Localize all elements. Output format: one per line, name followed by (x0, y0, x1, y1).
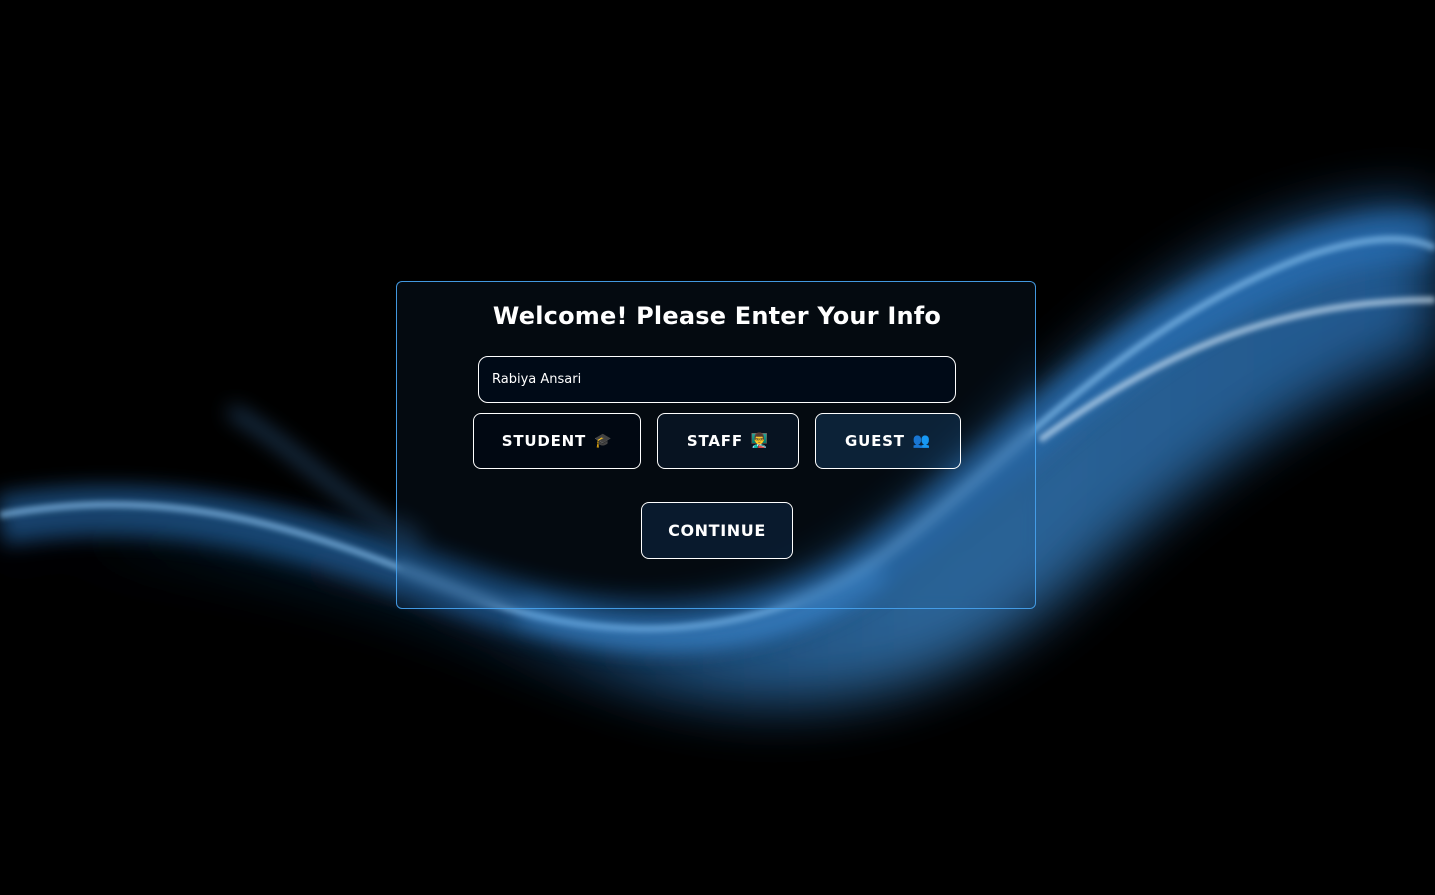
guest-button[interactable]: GUEST 👥 (815, 413, 961, 469)
student-label: STUDENT (501, 432, 587, 450)
continue-button[interactable]: CONTINUE (641, 502, 793, 559)
guest-label: GUEST (844, 432, 905, 450)
student-button[interactable]: STUDENT 🎓 (473, 413, 641, 469)
staff-button[interactable]: STAFF 👨‍🏫 (657, 413, 799, 469)
teacher-icon: 👨‍🏫 (750, 433, 770, 449)
staff-label: STAFF (686, 432, 743, 450)
people-icon: 👥 (912, 433, 931, 449)
info-card: Welcome! Please Enter Your Info STUDENT … (396, 281, 1036, 609)
form-title: Welcome! Please Enter Your Info (492, 302, 942, 330)
name-input[interactable] (478, 356, 956, 403)
login-screen: Welcome! Please Enter Your Info STUDENT … (0, 0, 1435, 895)
graduation-cap-icon: 🎓 (594, 433, 613, 449)
